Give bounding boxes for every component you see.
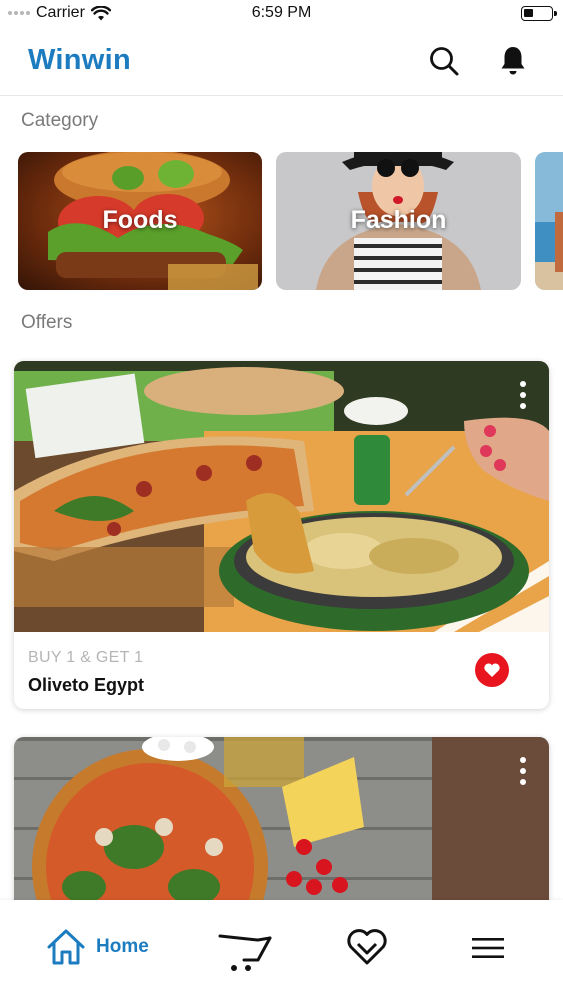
offer-card[interactable]: BUY 1 & GET 1 Oliveto Egypt [14, 361, 549, 709]
menu-icon [472, 938, 504, 958]
tab-favorites[interactable] [346, 928, 388, 966]
status-bar: Carrier 6:59 PM [0, 0, 563, 30]
tab-home-label: Home [96, 936, 149, 957]
offer-tag: BUY 1 & GET 1 [28, 649, 144, 666]
search-icon[interactable] [427, 44, 461, 78]
category-partial-image [535, 152, 563, 290]
favorite-heart-icon[interactable] [475, 653, 509, 687]
tab-home[interactable]: Home [46, 928, 149, 966]
category-label-foods: Foods [102, 206, 178, 234]
tab-bar: Home [0, 900, 563, 1000]
battery-icon [521, 6, 557, 21]
heart-icon [347, 929, 387, 965]
category-title: Category [21, 110, 99, 131]
tab-menu[interactable] [472, 938, 504, 958]
offer-image-pasta [14, 361, 549, 632]
cart-icon [218, 934, 272, 971]
app-header: Winwin [0, 30, 563, 96]
category-label-fashion: Fashion [350, 206, 447, 234]
category-card-foods[interactable]: Foods [18, 152, 262, 290]
offer-more-icon[interactable] [519, 381, 527, 409]
bell-icon[interactable] [496, 44, 530, 78]
status-time: 6:59 PM [251, 4, 312, 21]
category-card-fashion[interactable]: Fashion [276, 152, 521, 290]
offer-more-icon-second[interactable] [519, 757, 527, 785]
category-card-partial[interactable] [535, 152, 563, 290]
tab-cart[interactable] [218, 930, 272, 972]
offer-name: Oliveto Egypt [28, 675, 145, 695]
brand-logo: Winwin [28, 44, 132, 76]
home-icon [47, 929, 85, 965]
offers-title: Offers [21, 312, 73, 333]
